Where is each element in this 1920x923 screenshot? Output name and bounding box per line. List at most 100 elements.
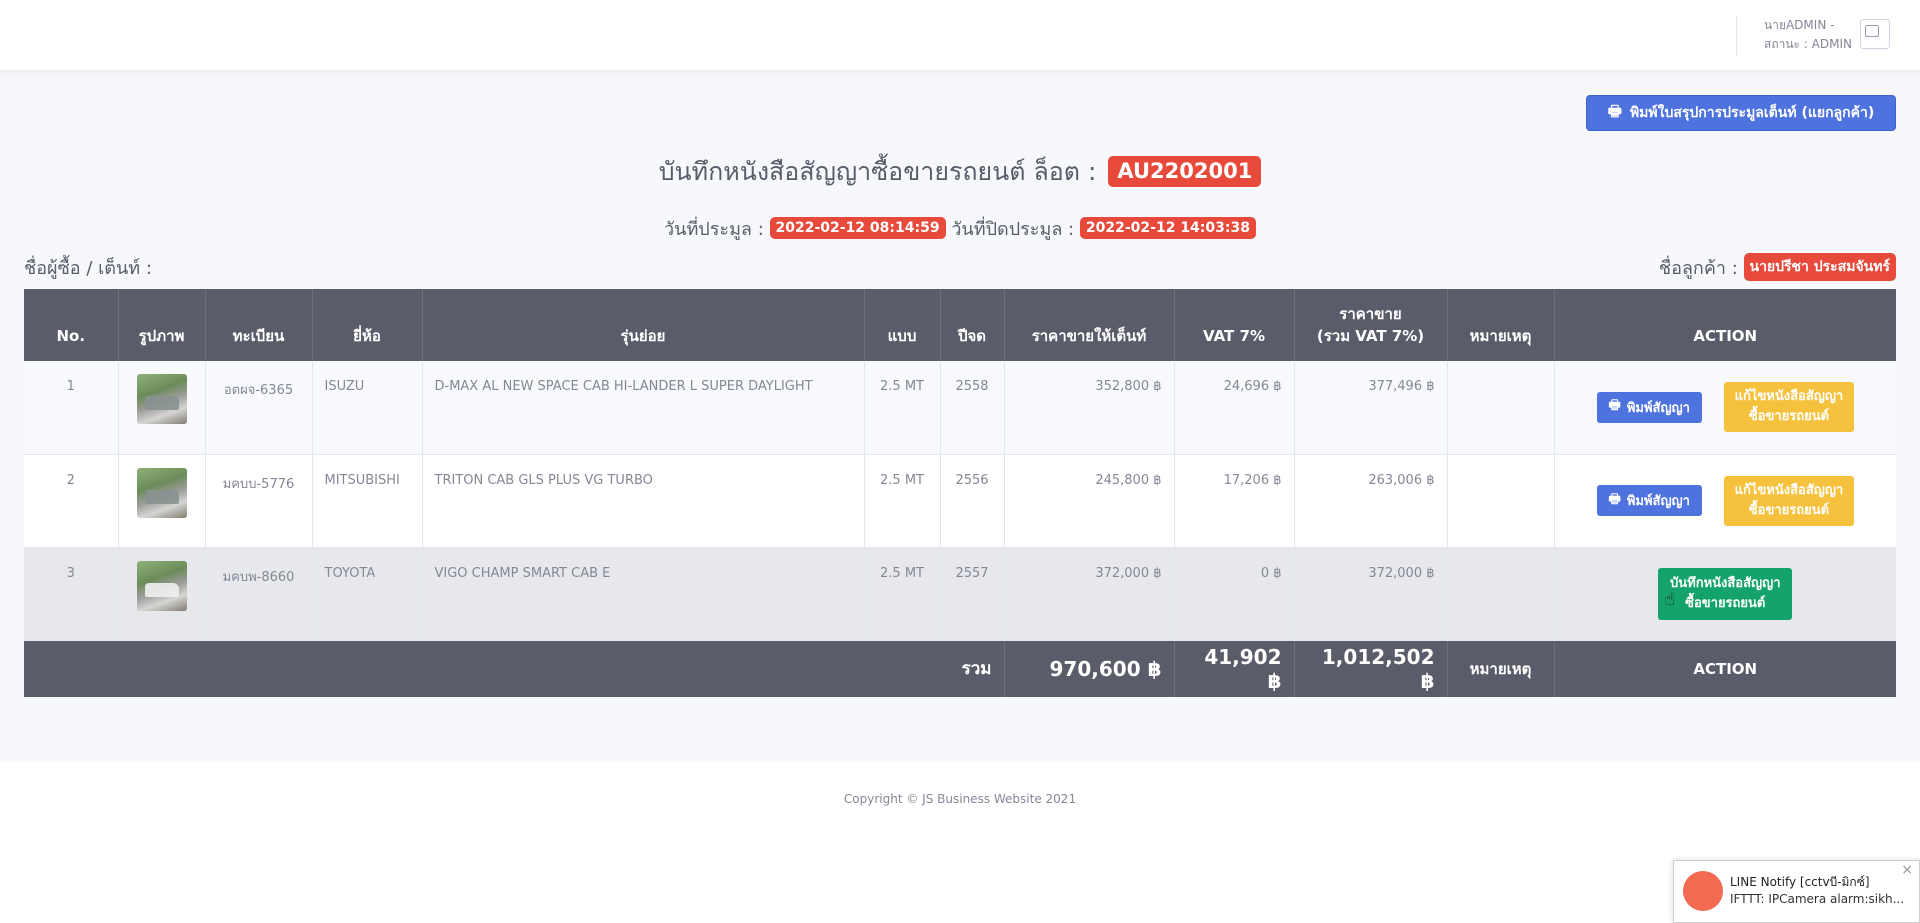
edit-contract-label-1: แก้ไขหนังสือสัญญา [1734, 389, 1844, 405]
col-note: หมายเหตุ [1446, 289, 1554, 361]
col-total: ราคาขาย (รวม VAT 7%) [1293, 289, 1447, 361]
cell-brand: ISUZU [311, 361, 422, 455]
buyer-label: ชื่อผู้ซื้อ / เต็นท์ : [24, 258, 152, 279]
cell-vat: 0 ฿ [1173, 547, 1294, 641]
auction-date-label: วันที่ประมูล : [664, 219, 764, 240]
col-no: No. [24, 289, 118, 361]
col-plate: ทะเบียน [204, 289, 312, 361]
table-row: 1 อตผจ-6365 ISUZU D-MAX AL NEW SPACE CAB… [24, 361, 1896, 455]
col-brand: ยี่ห้อ [311, 289, 422, 361]
col-year: ปีจด [939, 289, 1004, 361]
col-image: รูปภาพ [117, 289, 205, 361]
col-total-line1: ราคาขาย [1339, 305, 1402, 323]
cell-brand: MITSUBISHI [311, 454, 422, 548]
cell-brand: TOYOTA [311, 547, 422, 641]
cell-note [1446, 454, 1554, 548]
cell-action: บันทึกหนังสือสัญญา ซื้อขายรถยนต์ ☝ [1553, 547, 1896, 641]
avatar[interactable] [1860, 19, 1890, 49]
customer-label: ชื่อลูกค้า : [1658, 258, 1738, 279]
page-title: บันทึกหนังสือสัญญาซื้อขายรถยนต์ ล็อต : A… [0, 152, 1920, 192]
print-contract-button[interactable]: 🖶 พิมพ์สัญญา [1596, 391, 1702, 423]
cell-image [117, 454, 205, 548]
notification-body: IFTTT: IPCamera alarm:sikh... [1730, 892, 1905, 906]
save-contract-label-1: บันทึกหนังสือสัญญา [1669, 575, 1781, 591]
table-total-row: รวม 970,600 ฿ 41,902 ฿ 1,012,502 ฿ หมายเ… [24, 640, 1896, 697]
cell-price: 245,800 ฿ [1003, 454, 1174, 548]
cell-plate: อตผจ-6365 [204, 361, 312, 455]
print-contract-label: พิมพ์สัญญา [1626, 400, 1690, 416]
total-price: 970,600 ฿ [1003, 640, 1174, 697]
total-vat: 41,902 ฿ [1173, 640, 1294, 697]
cell-note [1446, 361, 1554, 455]
close-icon[interactable]: × [1901, 862, 1913, 878]
col-price: ราคาขายให้เต็นท์ [1003, 289, 1174, 361]
page-title-text: บันทึกหนังสือสัญญาซื้อขายรถยนต์ ล็อต : [658, 157, 1097, 186]
topbar: นายADMIN - สถานะ : ADMIN [0, 0, 1920, 70]
cell-image [117, 547, 205, 641]
notification-toast[interactable]: LINE Notify [cctvบี-มิกซ์] IFTTT: IPCame… [1673, 860, 1920, 923]
col-type: แบบ [863, 289, 940, 361]
total-note-header: หมายเหตุ [1446, 640, 1554, 697]
edit-contract-label-2: ซื้อขายรถยนต์ [1748, 502, 1830, 518]
printer-icon: 🖶 [1608, 491, 1621, 507]
lot-badge: AU2202001 [1108, 155, 1262, 187]
cell-type: 2.5 MT [863, 361, 940, 455]
printer-icon: 🖶 [1607, 101, 1622, 120]
total-action-header: ACTION [1553, 640, 1896, 697]
edit-contract-label-2: ซื้อขายรถยนต์ [1748, 409, 1830, 425]
cell-type: 2.5 MT [863, 454, 940, 548]
customer-name-badge: นายปรีชา ประสมจันทร์ [1743, 253, 1896, 281]
customer-info: ชื่อลูกค้า : นายปรีชา ประสมจันทร์ [1659, 253, 1896, 283]
save-contract-button[interactable]: บันทึกหนังสือสัญญา ซื้อขายรถยนต์ ☝ [1658, 567, 1793, 620]
edit-contract-button[interactable]: แก้ไขหนังสือสัญญาซื้อขายรถยนต์ [1723, 475, 1854, 526]
auction-dates: วันที่ประมูล : 2022-02-12 08:14:59 วันที… [0, 214, 1920, 243]
notification-avatar [1683, 871, 1723, 911]
total-label: รวม [24, 640, 1004, 697]
edit-contract-label-1: แก้ไขหนังสือสัญญา [1734, 482, 1844, 498]
user-status: สถานะ : ADMIN [1764, 37, 1852, 51]
car-thumbnail[interactable] [136, 467, 187, 518]
cell-plate: มคบบ-5776 [204, 454, 312, 548]
cell-action: 🖶 พิมพ์สัญญา แก้ไขหนังสือสัญญาซื้อขายรถยน… [1553, 361, 1896, 455]
cell-note [1446, 547, 1554, 641]
user-info[interactable]: นายADMIN - สถานะ : ADMIN [1764, 16, 1852, 54]
cell-year: 2557 [939, 547, 1004, 641]
edit-contract-button[interactable]: แก้ไขหนังสือสัญญาซื้อขายรถยนต์ [1723, 382, 1854, 433]
cell-year: 2556 [939, 454, 1004, 548]
notification-title: LINE Notify [cctvบี-มิกซ์] [1730, 875, 1870, 889]
col-action: ACTION [1553, 289, 1896, 361]
save-contract-label-2: ซื้อขายรถยนต์ [1685, 595, 1766, 611]
print-contract-label: พิมพ์สัญญา [1626, 494, 1690, 509]
cell-model: VIGO CHAMP SMART CAB E [421, 547, 864, 641]
cell-total: 263,006 ฿ [1293, 454, 1447, 548]
print-summary-button[interactable]: 🖶 พิมพ์ใบสรุปการประมูลเต็นท์ (แยกลูกค้า) [1586, 95, 1896, 131]
user-name: นายADMIN - [1764, 18, 1835, 32]
pointer-cursor-icon: ☝ [1664, 588, 1676, 610]
cell-type: 2.5 MT [863, 547, 940, 641]
total-grand: 1,012,502 ฿ [1293, 640, 1447, 697]
contracts-table: No. รูปภาพ ทะเบียน ยี่ห้อ รุ่นย่อย แบบ ป… [24, 289, 1896, 697]
car-thumbnail[interactable] [136, 560, 187, 611]
cell-action: 🖶 พิมพ์สัญญา แก้ไขหนังสือสัญญาซื้อขายรถยน… [1553, 454, 1896, 548]
car-thumbnail[interactable] [136, 374, 187, 424]
cell-no: 3 [24, 547, 118, 641]
cell-image [117, 361, 205, 455]
page-footer: Copyright © JS Business Website 2021 [0, 762, 1920, 923]
printer-icon: 🖶 [1608, 398, 1621, 414]
auction-date-badge: 2022-02-12 08:14:59 [769, 217, 946, 239]
cell-price: 352,800 ฿ [1003, 361, 1174, 455]
cell-no: 2 [24, 454, 118, 548]
print-contract-button[interactable]: 🖶 พิมพ์สัญญา [1596, 485, 1702, 516]
table-row: 2 มคบบ-5776 MITSUBISHI TRITON CAB GLS PL… [24, 454, 1896, 548]
cell-price: 372,000 ฿ [1003, 547, 1174, 641]
print-summary-label: พิมพ์ใบสรุปการประมูลเต็นท์ (แยกลูกค้า) [1629, 105, 1875, 121]
table-row: 3 มคบพ-8660 TOYOTA VIGO CHAMP SMART CAB … [24, 547, 1896, 641]
close-date-label: วันที่ปิดประมูล : [951, 219, 1075, 240]
cell-model: TRITON CAB GLS PLUS VG TURBO [421, 454, 864, 548]
cell-plate: มคบพ-8660 [204, 547, 312, 641]
cell-model: D-MAX AL NEW SPACE CAB HI-LANDER L SUPER… [421, 361, 864, 455]
cell-vat: 17,206 ฿ [1173, 454, 1294, 548]
copyright: Copyright © JS Business Website 2021 [843, 792, 1077, 806]
cell-year: 2558 [939, 361, 1004, 455]
col-model: รุ่นย่อย [421, 289, 864, 361]
